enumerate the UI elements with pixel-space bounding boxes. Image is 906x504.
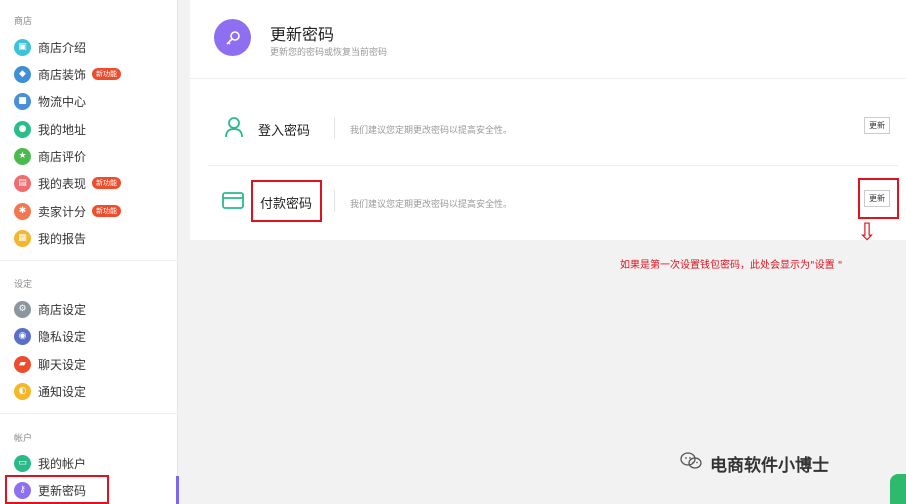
card-icon [222, 192, 244, 213]
chart-icon: ▤ [14, 174, 31, 192]
report-icon: ▦ [14, 229, 31, 247]
sidebar-divider [0, 260, 178, 261]
sidebar-item-shop-settings[interactable]: ⚙ 商店设定 [14, 298, 86, 320]
sidebar-item-label: 商店评价 [38, 149, 87, 164]
sidebar-item-shop-intro[interactable]: ▣ 商店介绍 [14, 36, 86, 58]
login-password-label: 登入密码 [258, 124, 311, 139]
star-icon: ★ [14, 147, 31, 165]
sidebar-item-label: 卖家计分 [38, 204, 87, 219]
paint-icon: ◆ [14, 65, 31, 83]
sidebar-item-performance[interactable]: ▤ 我的表现 新功能 [14, 172, 122, 194]
sidebar-item-label: 隐私设定 [38, 329, 87, 344]
update-login-password-button[interactable]: 更新 [864, 117, 890, 134]
header-divider [190, 78, 906, 79]
gear-icon: ⚙ [14, 300, 31, 318]
sidebar-item-label: 商店介绍 [38, 40, 87, 55]
watermark-text: 电商软件小博士 [710, 456, 829, 476]
key-icon [214, 19, 251, 56]
sidebar-section-settings: 设定 [14, 280, 33, 290]
shop-info-icon: ▣ [14, 38, 31, 56]
wechat-icon [680, 452, 702, 475]
sidebar-item-label: 物流中心 [38, 94, 87, 109]
sidebar-item-label: 商店装饰 [38, 67, 87, 82]
sidebar-item-logistics[interactable]: ■ 物流中心 [14, 90, 86, 112]
user-icon [224, 116, 244, 142]
annotation-text: 如果是第一次设置钱包密码，此处会显示为"设置 " [620, 260, 843, 271]
row-divider [208, 165, 898, 166]
sidebar: 商店 ▣ 商店介绍 ◆ 商店装饰 新功能 ■ 物流中心 ● 我的地址 ★ 商店评… [0, 0, 178, 504]
row-separator [334, 117, 335, 139]
sidebar-item-seller-score[interactable]: ✱ 卖家计分 新功能 [14, 200, 122, 222]
new-feature-badge: 新功能 [92, 68, 122, 80]
sidebar-item-notification-settings[interactable]: ◐ 通知设定 [14, 380, 86, 402]
sidebar-item-reports[interactable]: ▦ 我的报告 [14, 227, 86, 249]
sidebar-divider [0, 413, 178, 414]
highlight-box-payment-label [251, 180, 322, 222]
sidebar-item-shop-decoration[interactable]: ◆ 商店装饰 新功能 [14, 63, 122, 85]
lock-icon: ◉ [14, 327, 31, 345]
sidebar-item-my-account[interactable]: ▭ 我的帐户 [14, 452, 86, 474]
sidebar-item-label: 我的表现 [38, 176, 87, 191]
sidebar-item-address[interactable]: ● 我的地址 [14, 118, 86, 140]
highlight-box-update-button [858, 178, 899, 219]
payment-password-desc: 我们建议您定期更改密码以提高安全性。 [350, 200, 513, 210]
sidebar-item-chat-settings[interactable]: ▰ 聊天设定 [14, 353, 86, 375]
chat-icon: ▰ [14, 355, 31, 373]
bell-icon: ◐ [14, 382, 31, 400]
page-title: 更新密码 [270, 25, 335, 44]
page-subtitle: 更新您的密码或恢复当前密码 [270, 48, 388, 58]
sidebar-item-label: 通知设定 [38, 384, 87, 399]
active-indicator [176, 476, 179, 504]
location-icon: ● [14, 120, 31, 138]
id-card-icon: ▭ [14, 454, 31, 472]
sidebar-item-label: 聊天设定 [38, 357, 87, 372]
login-password-desc: 我们建议您定期更改密码以提高安全性。 [350, 126, 513, 136]
sidebar-item-label: 我的报告 [38, 231, 87, 246]
score-icon: ✱ [14, 202, 31, 220]
sidebar-item-reviews[interactable]: ★ 商店评价 [14, 145, 86, 167]
down-arrow-icon: ⇩ [857, 218, 878, 246]
new-feature-badge: 新功能 [92, 177, 122, 189]
sidebar-item-privacy[interactable]: ◉ 隐私设定 [14, 325, 86, 347]
floating-chat-button[interactable] [890, 474, 906, 504]
watermark: 电商软件小博士 [680, 451, 829, 476]
page: 商店 ▣ 商店介绍 ◆ 商店装饰 新功能 ■ 物流中心 ● 我的地址 ★ 商店评… [0, 0, 906, 504]
highlight-box-sidebar [5, 475, 109, 504]
sidebar-item-label: 商店设定 [38, 302, 87, 317]
sidebar-item-label: 我的地址 [38, 122, 87, 137]
truck-icon: ■ [14, 92, 31, 110]
sidebar-section-account: 帐户 [14, 434, 33, 444]
new-feature-badge: 新功能 [92, 205, 122, 217]
sidebar-item-label: 我的帐户 [38, 456, 87, 471]
sidebar-section-shop: 商店 [14, 17, 33, 27]
row-separator [334, 190, 335, 212]
